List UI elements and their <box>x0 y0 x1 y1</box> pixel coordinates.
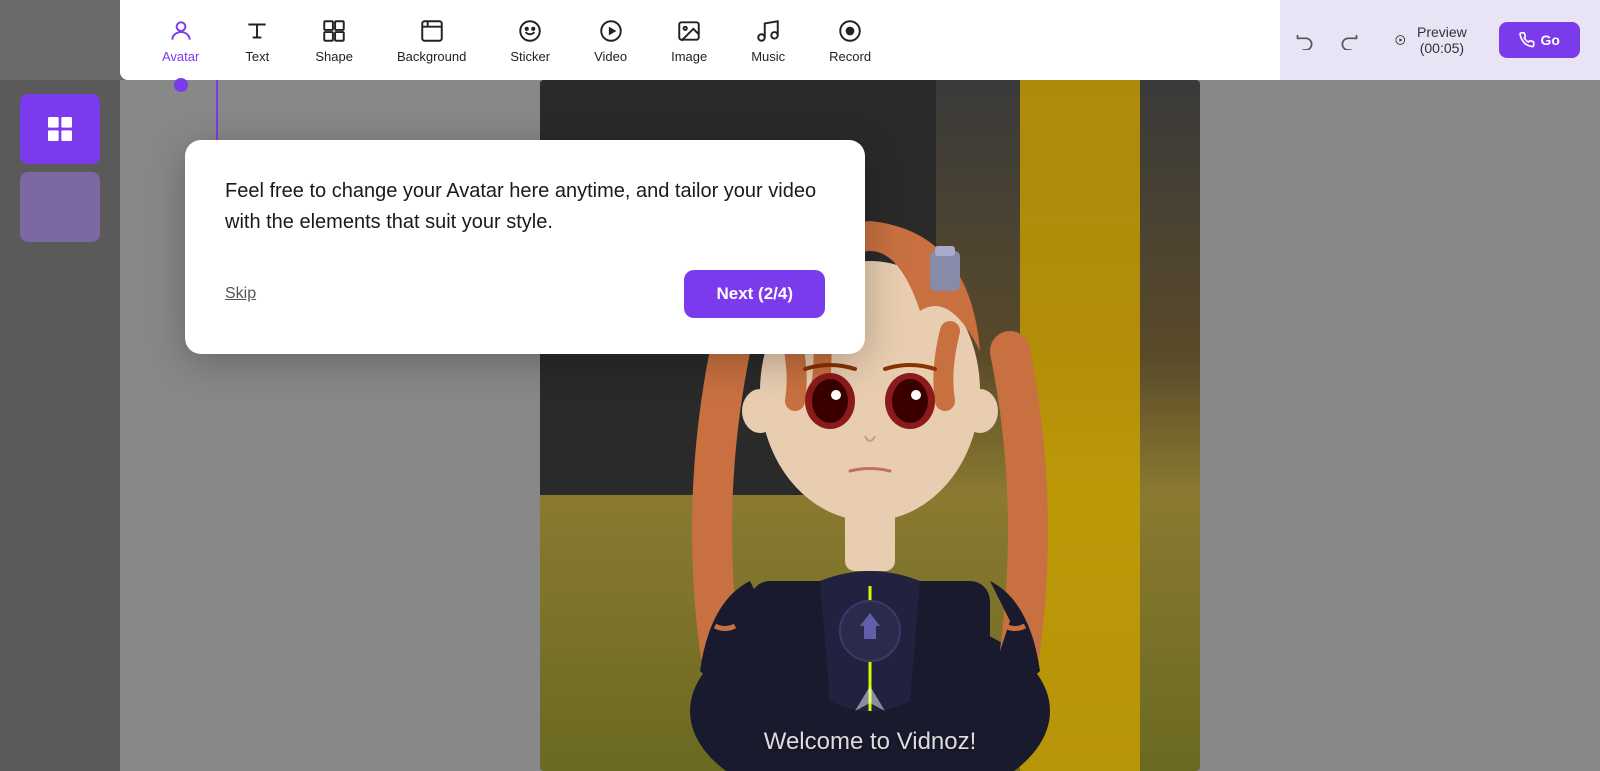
image-label: Image <box>671 49 707 64</box>
toolbar-item-text[interactable]: Text <box>221 7 293 74</box>
record-label: Record <box>829 49 871 64</box>
left-sidebar <box>0 80 120 771</box>
go-button[interactable]: Go <box>1499 22 1580 58</box>
music-icon <box>754 17 782 45</box>
background-label: Background <box>397 49 466 64</box>
toolbar-items: Avatar Text Shape <box>140 7 893 74</box>
text-label: Text <box>245 49 269 64</box>
shape-label: Shape <box>315 49 353 64</box>
sidebar-panel-item[interactable] <box>20 94 100 164</box>
video-label: Video <box>594 49 627 64</box>
image-icon <box>675 17 703 45</box>
go-label: Go <box>1541 32 1560 48</box>
preview-button[interactable]: Preview (00:05) <box>1383 16 1483 64</box>
avatar-pointer-line <box>216 80 218 140</box>
watermark-text: Welcome to Vidnoz! <box>764 728 977 756</box>
tooltip-popup: Feel free to change your Avatar here any… <box>185 140 865 354</box>
avatar-indicator <box>174 78 188 92</box>
undo-redo-group <box>1287 22 1367 58</box>
vidnoz-logo <box>850 681 890 721</box>
next-button[interactable]: Next (2/4) <box>684 270 825 318</box>
sticker-label: Sticker <box>510 49 550 64</box>
avatar-label: Avatar <box>162 49 199 64</box>
music-label: Music <box>751 49 785 64</box>
video-icon <box>597 17 625 45</box>
preview-label: Preview (00:05) <box>1413 24 1470 56</box>
toolbar-item-avatar[interactable]: Avatar <box>140 7 221 74</box>
tooltip-footer: Skip Next (2/4) <box>225 270 825 318</box>
tooltip-body: Feel free to change your Avatar here any… <box>225 176 825 238</box>
toolbar-item-background[interactable]: Background <box>375 7 488 74</box>
sticker-icon <box>516 17 544 45</box>
toolbar-item-music[interactable]: Music <box>729 7 807 74</box>
shape-icon <box>320 17 348 45</box>
redo-button[interactable] <box>1331 22 1367 58</box>
undo-button[interactable] <box>1287 22 1323 58</box>
skip-button[interactable]: Skip <box>225 285 256 303</box>
header-right: Preview (00:05) Go <box>1280 0 1600 80</box>
toolbar-item-image[interactable]: Image <box>649 7 729 74</box>
background-icon <box>418 17 446 45</box>
text-icon <box>243 17 271 45</box>
toolbar-item-shape[interactable]: Shape <box>293 7 375 74</box>
sidebar-secondary-item <box>20 172 100 242</box>
toolbar-item-video[interactable]: Video <box>572 7 649 74</box>
record-icon <box>836 17 864 45</box>
toolbar-item-sticker[interactable]: Sticker <box>488 7 572 74</box>
avatar-icon <box>167 17 195 45</box>
toolbar-item-record[interactable]: Record <box>807 7 893 74</box>
